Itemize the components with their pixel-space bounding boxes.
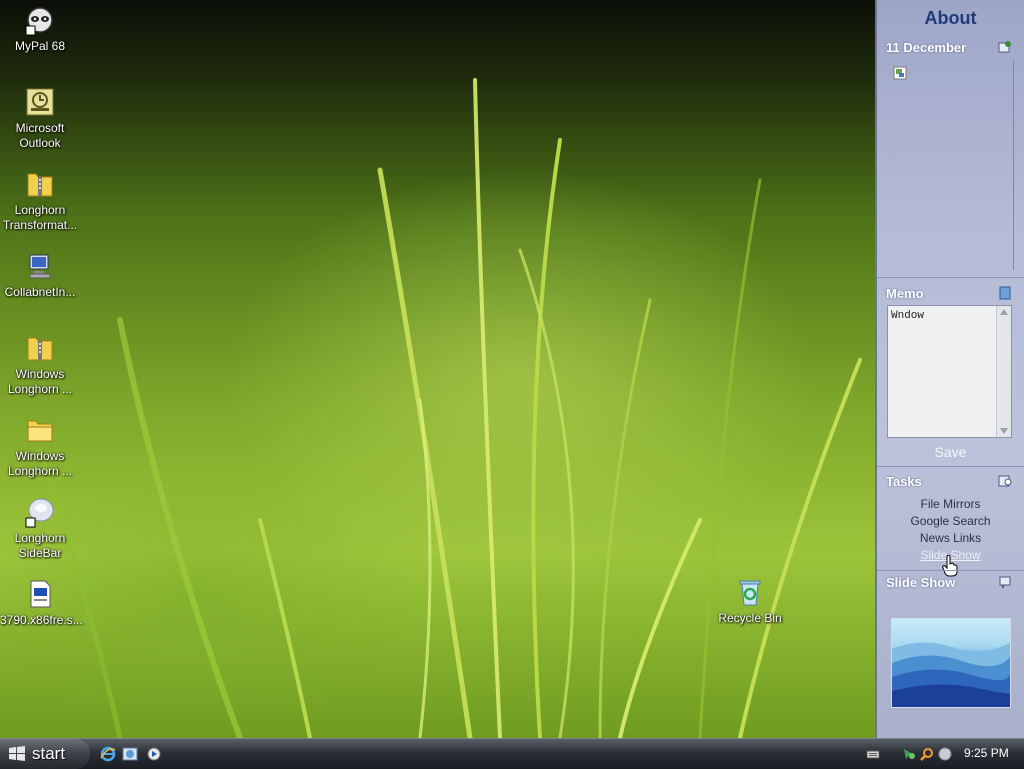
memo-text: Wndow [891,310,925,322]
memo-tile-icon[interactable] [998,286,1012,300]
desktop-icon-label: Longhorn Transformat... [2,203,78,232]
internet-explorer-icon[interactable] [100,746,116,762]
desktop-icon-outlook[interactable]: Microsoft Outlook [0,86,80,151]
memo-heading: Memo [886,286,924,301]
desktop-icon-label: Windows Longhorn ... [7,449,73,478]
tasks-heading: Tasks [886,474,922,489]
folder-icon [27,420,53,442]
computer-setup-icon [29,254,51,279]
desktop-icon-collabnet[interactable]: CollabnetIn... [0,250,80,300]
slideshow-heading: Slide Show [886,575,956,590]
desktop-icon-windows-longhorn-folder[interactable]: Windows Longhorn ... [0,414,80,479]
calendar-tile-icon[interactable] [998,40,1012,54]
desktop-icon-label: Windows Longhorn ... [7,367,73,396]
sidebar-shortcut-icon [25,498,54,528]
start-button[interactable]: start [0,739,90,769]
scroll-up-icon[interactable] [1000,309,1008,315]
outlook-icon [26,88,54,116]
tile-separator [877,466,1024,467]
memo-scrollbar[interactable] [996,306,1011,437]
hand-cursor-icon [942,555,958,577]
task-file-mirrors[interactable]: File Mirrors [877,497,1024,511]
task-google-search[interactable]: Google Search [877,514,1024,528]
longhorn-sidebar: About 11 December Memo Wndow Save Tasks … [875,0,1024,738]
zip-folder-icon [27,337,53,361]
document-icon [30,580,51,608]
mountain-landscape-image [892,642,1010,707]
grass-wallpaper [37,78,862,738]
memo-save-button[interactable]: Save [877,444,1024,460]
calendar-scroll-line [1013,60,1014,270]
scroll-down-icon[interactable] [1000,428,1008,434]
desktop-icon-label: Microsoft Outlook [15,121,65,150]
calendar-heading: 11 December [886,40,967,55]
broken-image-icon [893,66,907,80]
network-icon[interactable] [902,747,916,761]
windows-logo-icon [9,746,25,761]
memo-textarea[interactable]: Wndow [887,305,1012,438]
taskbar: start 9:25 PM [0,738,1024,769]
desktop-icon-windows-longhorn-zip[interactable]: Windows Longhorn ... [0,332,80,397]
keyboard-icon[interactable] [866,747,880,761]
desktop-icon-label: MyPal 68 [14,39,66,53]
messenger-icon[interactable] [938,747,952,761]
tile-separator [877,277,1024,278]
start-label: start [32,744,66,763]
recycle-bin-icon [739,580,761,606]
task-news-links[interactable]: News Links [877,531,1024,545]
search-icon[interactable] [920,747,934,761]
media-player-icon[interactable] [146,746,162,762]
desktop-icon-label: CollabnetIn... [4,285,76,299]
slideshow-image[interactable] [891,618,1011,708]
desktop-icon-label: Recycle Bin [718,611,782,625]
desktop-icon-mypal[interactable]: MyPal 68 [0,4,80,54]
sidebar-title[interactable]: About [877,8,1024,29]
tile-separator [877,570,1024,571]
raccoon-shortcut-icon [25,7,53,36]
desktop-icon-label: 3790.x86fre.s... [0,613,83,627]
desktop-icon-longhorn-transformat[interactable]: Longhorn Transformat... [0,168,80,233]
desktop-icon-3790[interactable]: 3790.x86fre.s... [0,578,83,628]
zip-folder-icon [27,173,53,197]
desktop-icon-recycle-bin[interactable]: Recycle Bin [710,576,790,626]
tasks-tile-icon[interactable] [998,474,1012,488]
slideshow-tile-icon[interactable] [998,575,1012,589]
desktop: MyPal 68 Microsoft Outlook Longhorn Tran… [0,0,875,738]
desktop-icon-label: Longhorn SideBar [14,531,66,560]
explorer-icon[interactable] [122,746,138,762]
taskbar-clock[interactable]: 9:25 PM [964,746,1009,760]
desktop-icon-longhorn-sidebar[interactable]: Longhorn SideBar [0,496,80,561]
